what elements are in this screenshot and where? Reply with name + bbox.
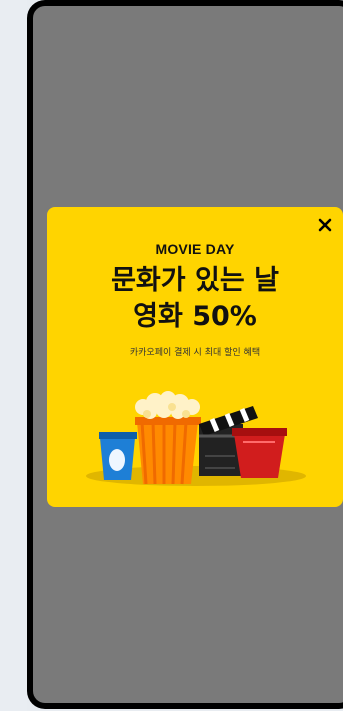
popup-title: 문화가 있는 날 영화 50% (47, 263, 343, 335)
app-stage: MOVIE DAY 문화가 있는 날 영화 50% 카카오페이 결제 시 최대 … (0, 0, 343, 711)
drink-cup-icon (99, 432, 137, 480)
popup-title-line2: 영화 50% (133, 301, 257, 332)
popup-subtitle: 카카오페이 결제 시 최대 할인 혜택 (129, 348, 261, 358)
cinema-snacks-illustration (86, 391, 306, 486)
close-button[interactable] (315, 215, 335, 235)
popup-title-line1: 문화가 있는 날 (111, 265, 279, 296)
red-cup-icon (232, 428, 287, 478)
background-strip (0, 0, 27, 711)
close-icon (318, 218, 332, 232)
popup-eyebrow: MOVIE DAY (155, 241, 235, 257)
movie-day-popup[interactable]: MOVIE DAY 문화가 있는 날 영화 50% 카카오페이 결제 시 최대 … (47, 207, 343, 507)
popcorn-box-icon (135, 391, 201, 485)
